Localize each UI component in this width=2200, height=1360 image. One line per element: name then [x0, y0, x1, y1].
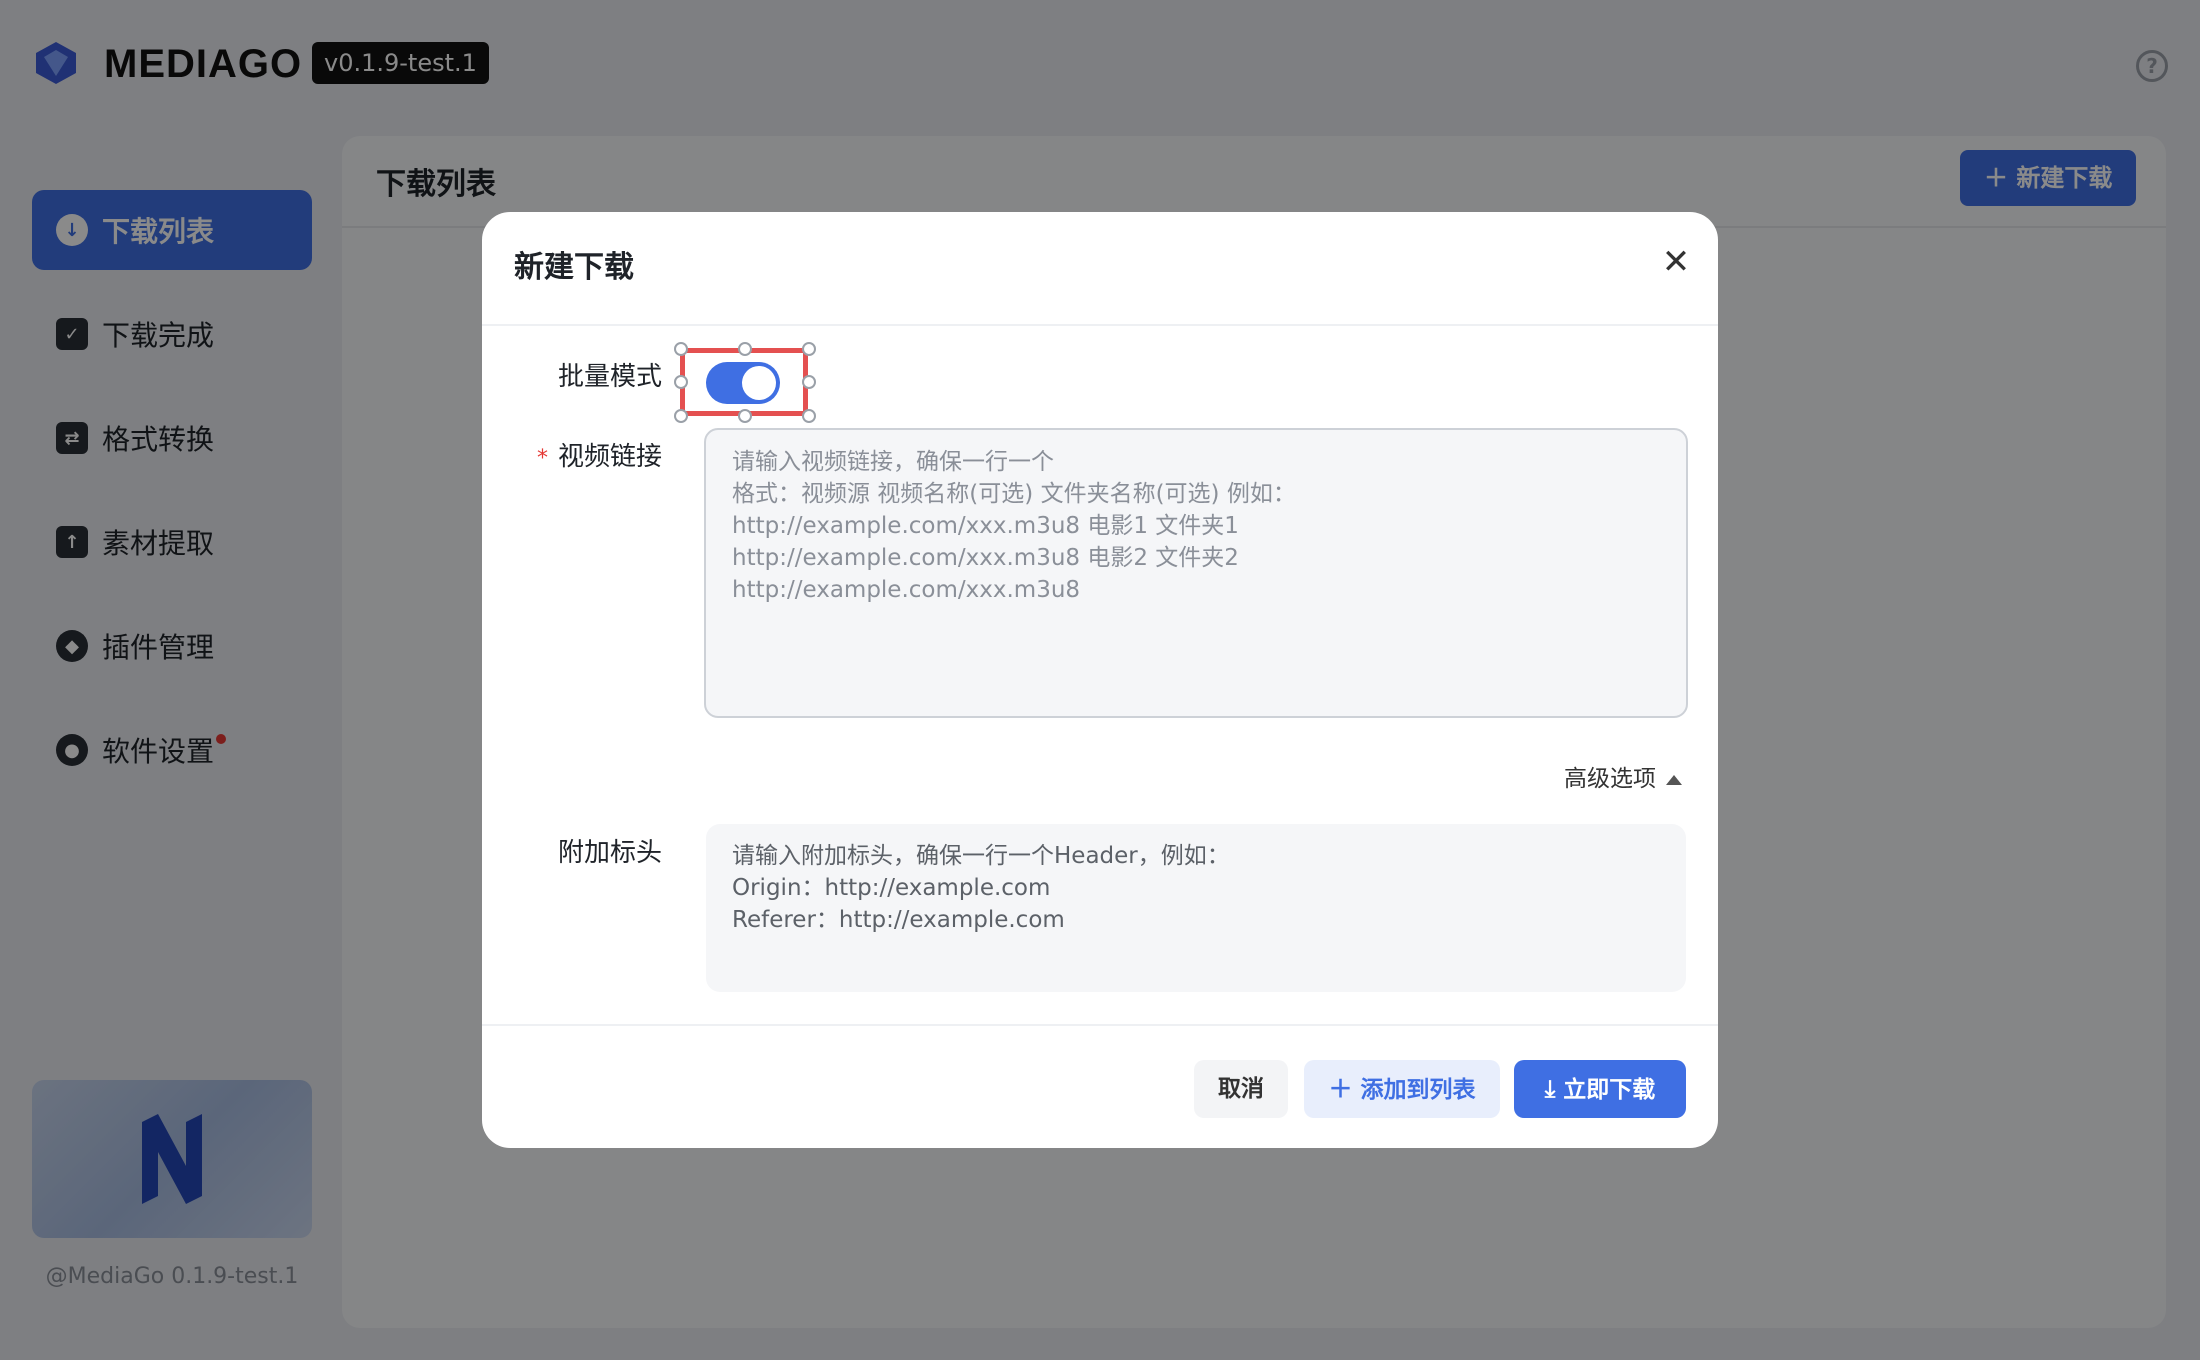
selection-handle: [674, 409, 688, 423]
selection-handle: [738, 409, 752, 423]
download-icon: ⤓: [1544, 1075, 1556, 1103]
advanced-options-toggle[interactable]: 高级选项: [1564, 762, 1682, 796]
add-to-list-button[interactable]: ＋ 添加到列表: [1304, 1060, 1500, 1118]
batch-mode-toggle-wrapper: [674, 338, 816, 423]
video-url-textarea[interactable]: 请输入视频链接，确保一行一个 格式：视频源 视频名称(可选) 文件夹名称(可选)…: [704, 428, 1688, 718]
caret-up-icon: [1666, 774, 1682, 785]
batch-mode-label: 批量模式: [557, 362, 662, 392]
divider: [482, 324, 1718, 326]
switch-knob: [742, 366, 776, 400]
video-url-label: * 视频链接: [482, 440, 662, 476]
batch-mode-switch[interactable]: [706, 362, 780, 404]
selection-handle: [802, 342, 816, 356]
video-url-label-text: 视频链接: [557, 442, 662, 472]
dialog-title: 新建下载: [514, 250, 634, 285]
headers-textarea[interactable]: 请输入附加标头，确保一行一个Header，例如： Origin：http://e…: [706, 824, 1686, 992]
required-marker: *: [536, 446, 548, 471]
selection-handle: [674, 375, 688, 389]
new-download-dialog: 新建下载 ✕ 批量模式 * 视频链接 请输入视频链接，确保一行一个 格式：视频源 …: [482, 212, 1718, 1148]
close-icon[interactable]: ✕: [1656, 242, 1696, 282]
cancel-button[interactable]: 取消: [1194, 1060, 1288, 1118]
add-to-list-label: 添加到列表: [1360, 1077, 1476, 1103]
download-now-label: 立即下载: [1563, 1077, 1656, 1103]
selection-handle: [802, 409, 816, 423]
plus-icon: ＋: [1328, 1075, 1353, 1103]
selection-handle: [738, 342, 752, 356]
headers-label: 附加标头: [557, 838, 662, 868]
advanced-options-label: 高级选项: [1564, 766, 1656, 792]
download-now-button[interactable]: ⤓ 立即下载: [1514, 1060, 1686, 1118]
selection-handle: [802, 375, 816, 389]
divider: [482, 1024, 1718, 1026]
selection-handle: [674, 342, 688, 356]
